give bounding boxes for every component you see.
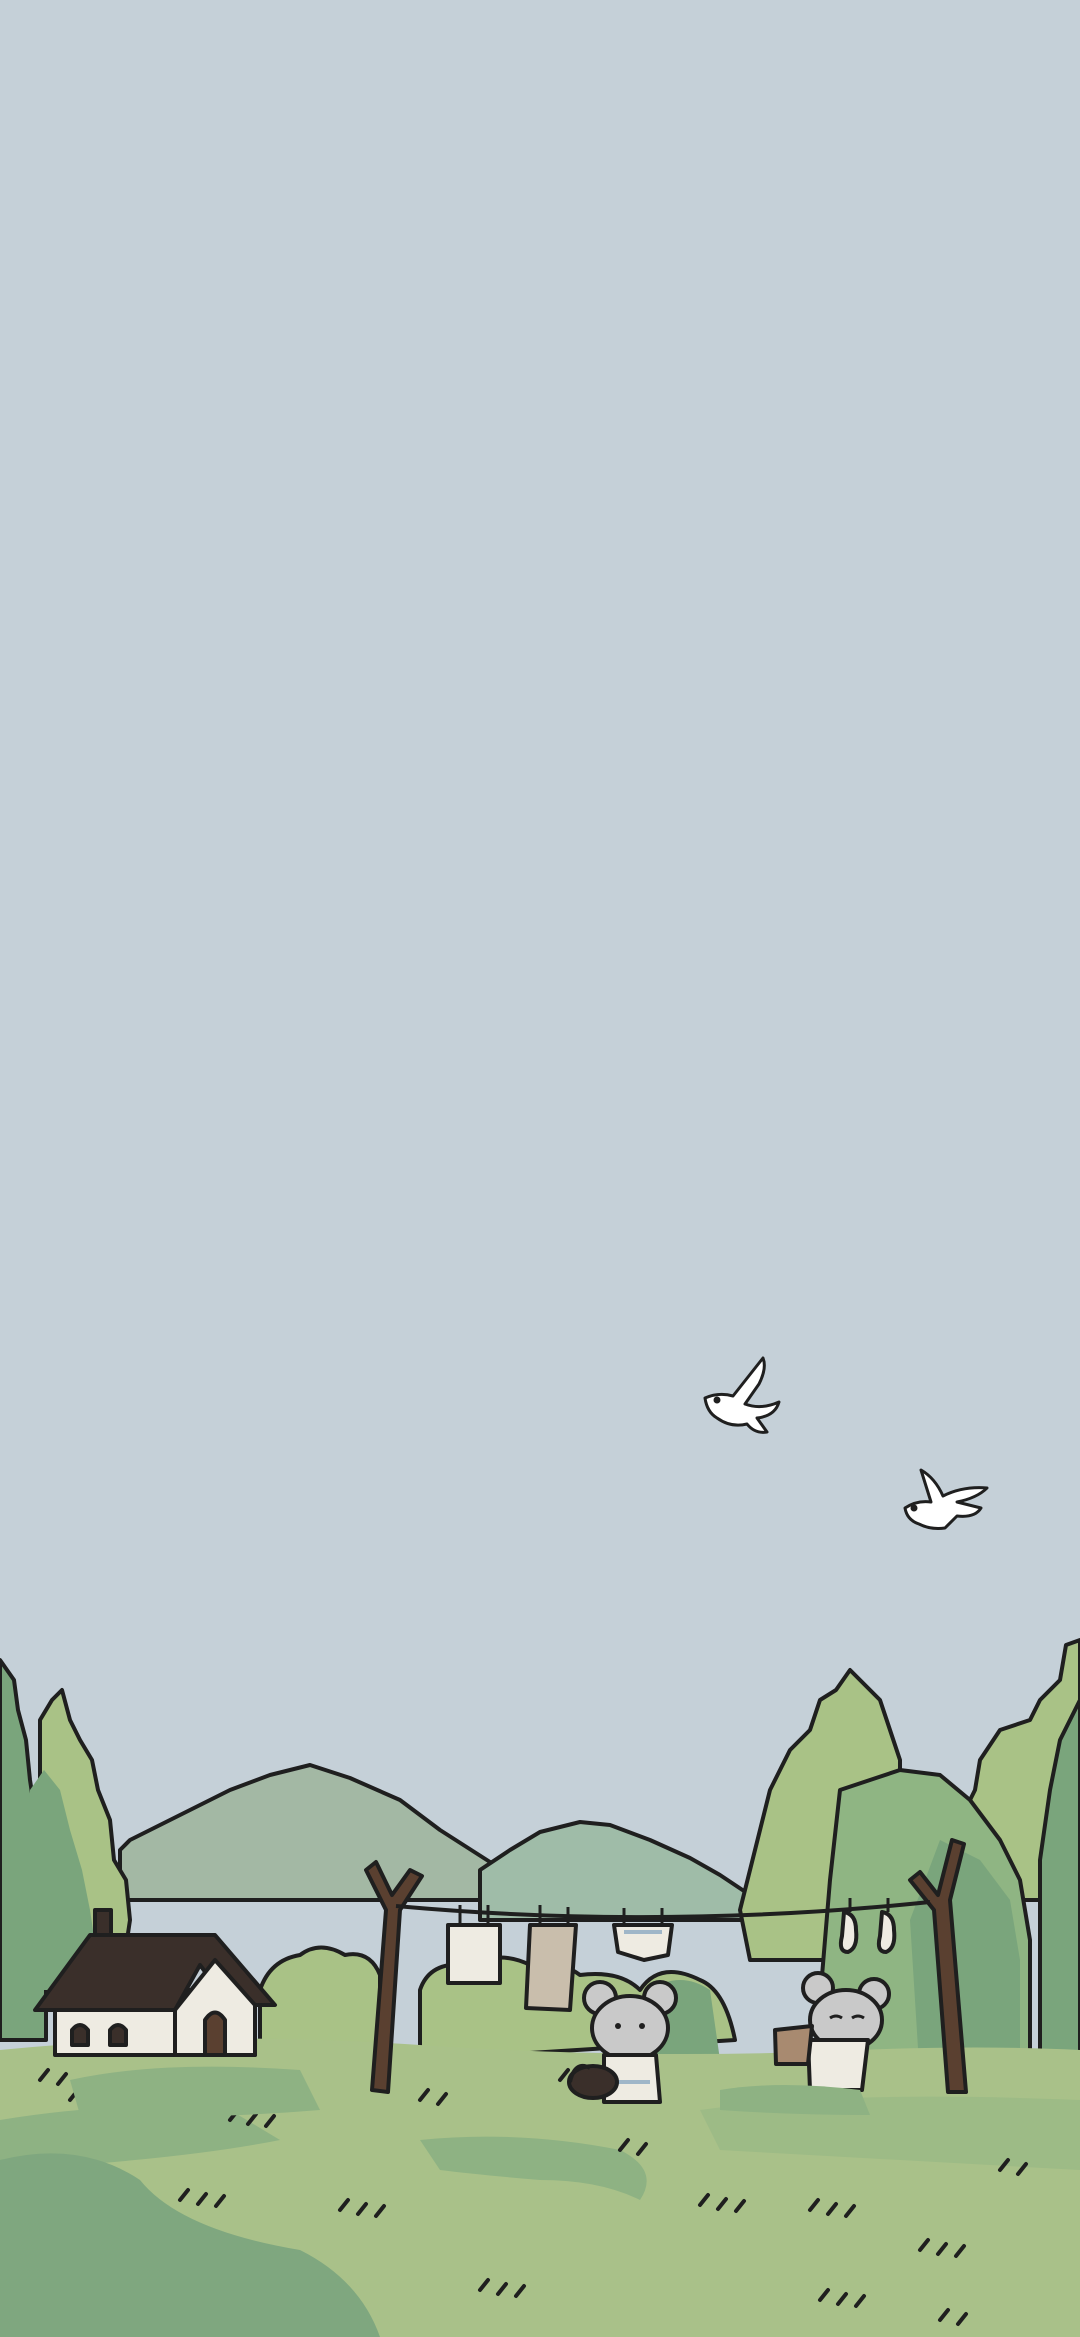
bird-1: [703, 1356, 781, 1434]
landscape-illustration: [0, 1356, 1080, 2337]
mountains: [118, 1763, 762, 1922]
trees-right: [738, 1638, 1080, 2082]
wallpaper-scene: [0, 0, 1080, 2337]
bird-2: [903, 1468, 989, 1530]
